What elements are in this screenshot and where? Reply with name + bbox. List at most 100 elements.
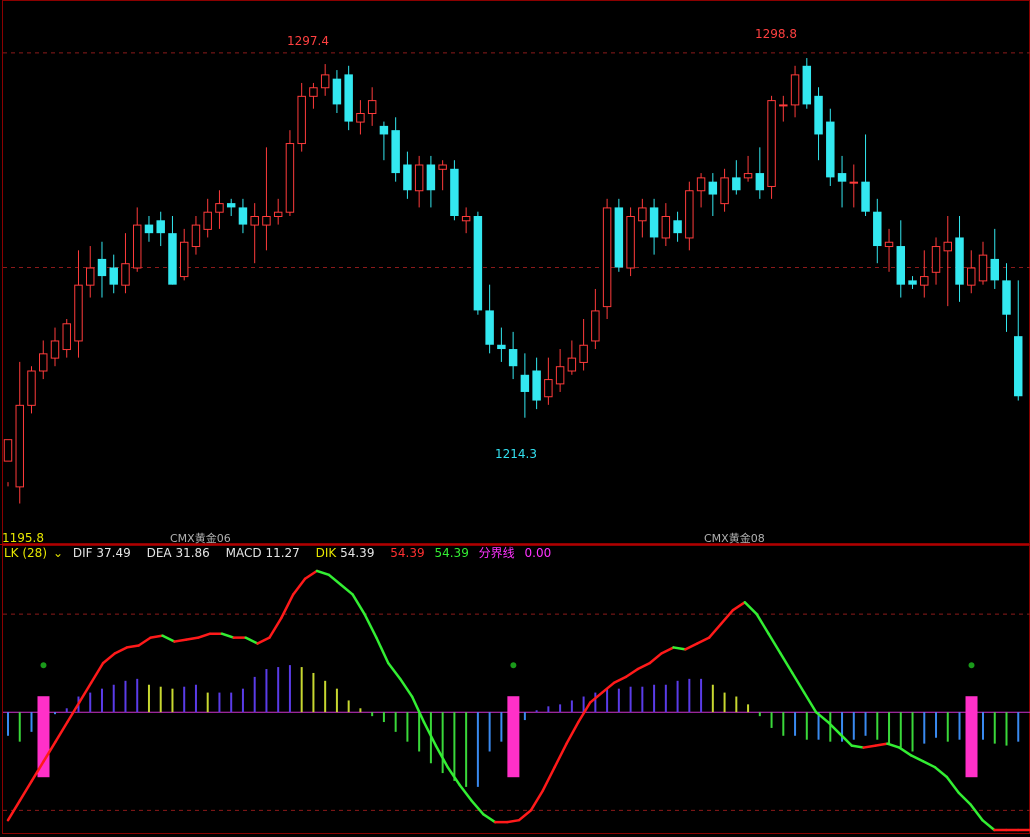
indicator-name[interactable]: LK (28) (4, 546, 47, 560)
x-tick-label: CMX黄金06 (170, 532, 231, 545)
candle-body (861, 181, 870, 212)
candle-body (708, 181, 718, 195)
candle-body (779, 104, 788, 107)
dik-line-segment (898, 746, 913, 757)
dik-line-segment (113, 646, 129, 655)
dik-line-segment (387, 661, 402, 681)
candle-body (920, 276, 929, 286)
dik-line-segment (54, 720, 69, 743)
macd-label: MACD 11.27 (225, 546, 300, 560)
dik-line-segment (363, 612, 378, 639)
red-value: 54.39 (390, 546, 425, 560)
candle-body (802, 65, 812, 105)
candle-body (990, 258, 999, 281)
dik-line-segment (921, 760, 937, 769)
dif-label: DIF 37.49 (72, 546, 131, 560)
dik-line-segment (731, 601, 747, 612)
candle-body (579, 344, 588, 363)
candle-body (332, 78, 342, 105)
dik-line-segment (565, 720, 580, 745)
indicator-panel-border (2, 545, 1030, 834)
dik-line-segment (196, 632, 212, 639)
candle-body (638, 207, 647, 222)
candle-body (226, 203, 236, 208)
candle-body (367, 100, 377, 114)
candle-body (555, 366, 565, 385)
dik-line-segment (945, 775, 960, 794)
chart-canvas (0, 0, 1030, 834)
candle-body (109, 267, 118, 285)
candle-body (461, 216, 471, 222)
candle-body (602, 207, 612, 308)
dik-line-segment (149, 634, 164, 639)
candle-body (132, 224, 142, 269)
candle-body (438, 164, 447, 170)
candle-body (649, 207, 659, 238)
dik-line-segment (161, 634, 176, 643)
dik-line-segment (173, 638, 188, 643)
candle-body (814, 95, 823, 135)
candle-body (614, 207, 624, 268)
candle-body (567, 357, 577, 372)
dik-line-segment (660, 646, 675, 655)
dik-line-segment (541, 765, 556, 792)
candle-body (497, 344, 506, 350)
dik-line-segment (101, 652, 117, 665)
dik-line-segment (981, 818, 996, 832)
candle-body (3, 439, 13, 462)
candle-body (238, 207, 248, 225)
dik-line-segment (517, 809, 533, 822)
dik-line-segment (244, 636, 259, 645)
candle-body (520, 374, 530, 392)
candle-body (955, 237, 964, 285)
dik-line-segment (375, 636, 390, 665)
dik-line-segment (648, 652, 663, 665)
candle-body (873, 211, 882, 247)
candle-body (450, 168, 459, 216)
dea-value: 31.86 (175, 546, 210, 560)
dik-line-segment (529, 789, 545, 812)
candle-body (943, 241, 952, 252)
dik-line-segment (505, 818, 521, 824)
candle-body (403, 164, 412, 191)
chevron-down-icon[interactable]: ⌄ (53, 546, 63, 560)
candle-body (696, 177, 706, 192)
candle-body (391, 130, 400, 174)
green-value: 54.39 (434, 546, 469, 560)
signal-marker-bar (507, 696, 520, 778)
dik-line-segment (719, 608, 735, 626)
dik-line-segment (933, 765, 949, 779)
dik-line-segment (684, 642, 699, 651)
dik-line-segment (256, 636, 271, 645)
candle-body (285, 143, 295, 213)
candle-body (179, 241, 189, 278)
candle-body (485, 310, 494, 345)
dik-value: 54.39 (340, 546, 375, 560)
dik-line-segment (755, 612, 770, 635)
candle-body (720, 177, 729, 205)
candle-body (473, 216, 483, 311)
macd-value: 11.27 (265, 546, 300, 560)
dik-line-segment (137, 636, 152, 647)
candle-body (685, 190, 694, 239)
dik-line-segment (185, 636, 200, 641)
candle-body (27, 370, 36, 406)
candle-body (978, 254, 988, 282)
dik-line-segment (957, 791, 972, 806)
dik-line-segment (18, 779, 34, 802)
candle-body (156, 220, 165, 234)
candle-body (673, 220, 682, 234)
dik-line-segment (458, 783, 473, 802)
dea-label: DEA 31.86 (146, 546, 210, 560)
candle-body (896, 246, 906, 285)
dik-line-segment (862, 744, 877, 749)
candle-body (50, 340, 60, 359)
dik-line-segment (470, 799, 485, 816)
dik-line-segment (339, 583, 354, 596)
dik-line-segment (672, 646, 687, 651)
low-label: 1214.3 (495, 447, 537, 461)
high-label-2: 1298.8 (755, 27, 797, 41)
dik-line-segment (220, 632, 236, 639)
candle-body (273, 211, 283, 217)
signal-marker-bar (965, 696, 978, 778)
